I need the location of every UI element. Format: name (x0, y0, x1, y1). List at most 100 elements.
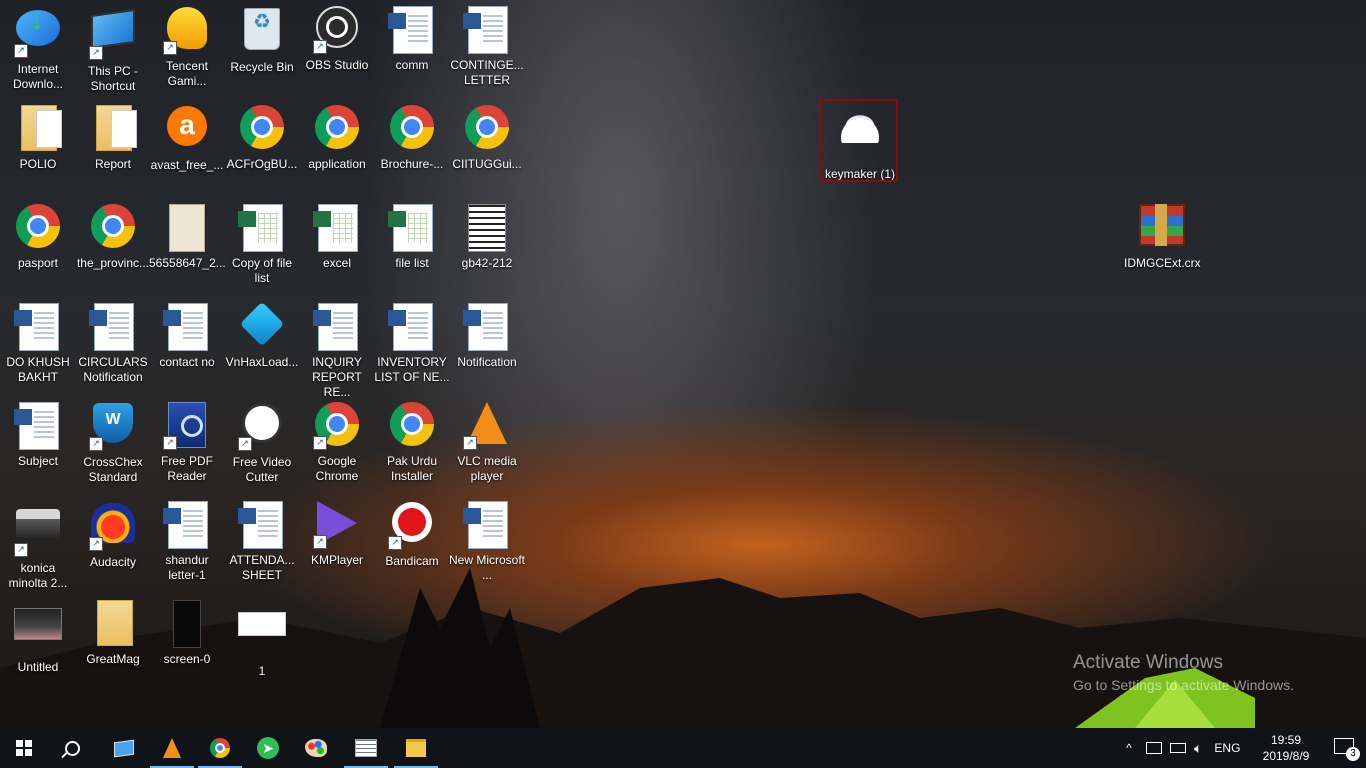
send-taskbar[interactable]: ➤ (244, 728, 292, 768)
file-explorer-taskbar[interactable] (392, 728, 440, 768)
desktop-icon-label: CIRCULARS Notification (78, 355, 148, 384)
desktop-icon[interactable]: DO KHUSH BAKHT (0, 301, 76, 399)
chrome-taskbar[interactable] (196, 728, 244, 768)
shortcut-arrow-icon: ↗ (89, 437, 103, 451)
desktop-icon[interactable]: screen-0 (149, 598, 225, 696)
word-doc-icon (313, 303, 361, 351)
desktop-icon[interactable]: ↗ Free PDF Reader (149, 400, 225, 498)
paint-taskbar[interactable] (292, 728, 340, 768)
desktop-icon[interactable]: ↗ OBS Studio (299, 4, 375, 102)
desktop-icon[interactable]: ↗ This PC - Shortcut (75, 4, 151, 102)
desktop-icon[interactable]: Notification (449, 301, 525, 399)
desktop-icon[interactable]: ↗ Bandicam (374, 499, 450, 597)
desktop-icon[interactable]: ACFrOgBU... (224, 103, 300, 201)
chrome-icon (89, 204, 137, 252)
desktop-icon[interactable]: Report (75, 103, 151, 201)
recycle-bin-icon-shape (244, 8, 280, 50)
desktop-icon-label: Free Video Cutter (232, 455, 292, 484)
word-doc-icon (388, 6, 436, 54)
start-button[interactable] (0, 728, 48, 768)
document-lines (483, 510, 503, 540)
excel-icon-shape (313, 204, 358, 252)
document-lines (483, 15, 503, 45)
desktop-icon-label: VLC media player (457, 454, 517, 483)
chrome-icon-shape (390, 402, 434, 446)
language-indicator[interactable]: ENG (1214, 741, 1240, 755)
vlc-taskbar[interactable] (148, 728, 196, 768)
desktop-icon[interactable]: Pak Urdu Installer (374, 400, 450, 498)
volume-icon[interactable]: 🔈︎ (1194, 740, 1202, 757)
desktop-icon[interactable]: contact no (149, 301, 225, 399)
desktop-icon-label: Untitled (17, 660, 59, 674)
desktop-icon[interactable]: CIITUGGui... (449, 103, 525, 201)
desktop-icon-label: CONTINGE... LETTER (450, 58, 524, 87)
desktop-icon[interactable]: INVENTORY LIST OF NE... (374, 301, 450, 399)
word-doc-icon-shape (463, 501, 508, 549)
scan-doc-icon (463, 204, 511, 252)
clock-time: 19:59 (1270, 733, 1302, 747)
obs-icon: ↗ (313, 6, 361, 54)
desktop-icon[interactable]: ↗ Tencent Gami... (149, 4, 225, 102)
desktop-icon[interactable]: the_provinc... (75, 202, 151, 300)
desktop-icon[interactable]: Copy of file list (224, 202, 300, 300)
desktop-icon[interactable]: gb42-212 (449, 202, 525, 300)
desktop-icon[interactable]: W ↗ CrossChex Standard (75, 400, 151, 498)
shortcut-arrow-icon: ↗ (163, 436, 177, 450)
desktop-icon-label: This PC - Shortcut (87, 64, 138, 93)
desktop-icon[interactable]: ↗ Google Chrome (299, 400, 375, 498)
desktop-icon[interactable]: GreatMag (75, 598, 151, 696)
desktop-icon[interactable]: comm (374, 4, 450, 102)
folder-icon-shape (21, 105, 62, 151)
desktop-icon[interactable]: 1 (224, 598, 300, 696)
desktop-icon[interactable]: ATTENDA... SHEET (224, 499, 300, 597)
desktop-icon[interactable]: Brochure-... (374, 103, 450, 201)
folder-icon (14, 105, 62, 153)
this-pc-taskbar[interactable] (100, 728, 148, 768)
vnhax-icon-shape (239, 301, 285, 347)
desktop-icon[interactable]: pasport (0, 202, 76, 300)
document-lines (34, 411, 54, 441)
desktop-icon[interactable]: INQUIRY REPORT RE... (299, 301, 375, 399)
desktop-icon-label: ACFrOgBU... (226, 157, 298, 171)
desktop-icon-label: comm (395, 58, 429, 72)
desktop-icon[interactable]: file list (374, 202, 450, 300)
word-doc-icon-shape (238, 501, 283, 549)
desktop-icon[interactable]: New Microsoft ... (449, 499, 525, 597)
desktop-icon[interactable]: ↗ VLC media player (449, 400, 525, 498)
word-doc-icon (388, 303, 436, 351)
desktop-icon[interactable]: CIRCULARS Notification (75, 301, 151, 399)
word-doc-icon-shape (388, 6, 433, 54)
desktop-icon[interactable]: ↗ Internet Downlo... (0, 4, 76, 102)
search-button[interactable] (48, 728, 96, 768)
desktop-icon[interactable]: IDMGCExt.crx (1124, 202, 1201, 300)
desktop-icon[interactable]: CONTINGE... LETTER (449, 4, 525, 102)
desktop-icon[interactable]: ↗ Audacity (75, 499, 151, 597)
chrome-icon-shape (91, 204, 135, 248)
news-taskbar[interactable] (342, 728, 390, 768)
desktop-icon[interactable]: a avast_free_... (149, 103, 225, 201)
desktop-icon[interactable]: ↗ KMPlayer (299, 499, 375, 597)
desktop-icon[interactable]: ↗ Free Video Cutter (224, 400, 300, 498)
show-hidden-icons-chevron[interactable]: ^ (1120, 741, 1138, 755)
desktop-icon[interactable]: POLIO (0, 103, 76, 201)
desktop-icon[interactable]: ↗ konica minolta 2... (0, 499, 76, 597)
word-doc-icon (89, 303, 137, 351)
this-pc-icon (114, 739, 134, 757)
vnhax-icon (238, 301, 286, 351)
audacity-icon: ↗ (89, 503, 137, 551)
desktop-icon-label: the_provinc... (76, 256, 150, 270)
battery-icon[interactable] (1170, 743, 1186, 753)
desktop-icon[interactable]: shandur letter-1 (149, 499, 225, 597)
vlc-icon: ↗ (463, 402, 511, 450)
desktop-icon[interactable]: Recycle Bin (224, 4, 300, 102)
desktop-icon[interactable]: excel (299, 202, 375, 300)
document-lines (258, 510, 278, 540)
clock[interactable]: 19:59 2019/8/9 (1256, 732, 1316, 764)
desktop-icon[interactable]: application (299, 103, 375, 201)
network-icon[interactable] (1146, 742, 1162, 754)
paper-plane-icon: ➤ (257, 737, 279, 759)
desktop-icon[interactable]: Subject (0, 400, 76, 498)
desktop-icon[interactable]: 56558647_2... (149, 202, 226, 300)
desktop-icon[interactable]: Untitled (0, 598, 76, 696)
desktop-icon[interactable]: VnHaxLoad... (224, 301, 300, 399)
